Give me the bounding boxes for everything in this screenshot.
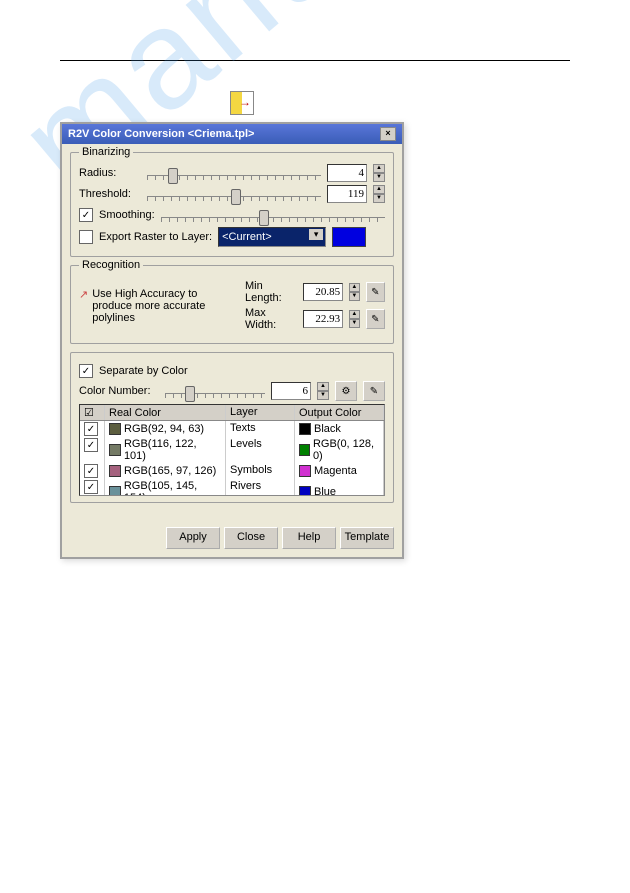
outcolor-text: RGB(0, 128, 0) [313, 438, 379, 462]
realcolor-swatch [109, 486, 121, 496]
radius-input[interactable] [327, 164, 367, 182]
maxwidth-pick-icon[interactable]: ✎ [366, 309, 385, 329]
arrow-icon: ↗ [79, 288, 88, 324]
outcolor-swatch [299, 486, 311, 496]
colornumber-input[interactable] [271, 382, 311, 400]
help-button[interactable]: Help [282, 527, 336, 549]
smoothing-checkbox[interactable]: ✓ [79, 208, 93, 222]
outcolor-swatch [299, 423, 311, 435]
outcolor-swatch [299, 444, 310, 456]
radius-spinner[interactable]: ▲▼ [373, 164, 385, 182]
row-checkbox[interactable]: ✓ [84, 438, 98, 452]
table-row[interactable]: ✓ RGB(116, 122, 101)Levels RGB(0, 128, 0) [80, 437, 384, 463]
colornumber-label: Color Number: [79, 385, 159, 397]
export-checkbox[interactable] [79, 230, 93, 244]
export-color-swatch[interactable] [332, 227, 366, 247]
export-label: Export Raster to Layer: [99, 231, 212, 243]
outcolor-text: Black [314, 423, 341, 435]
color-table: ☑ Real Color Layer Output Color ✓ RGB(92,… [79, 404, 385, 496]
minlength-input[interactable] [303, 283, 343, 301]
export-layer-select[interactable]: <Current> [218, 227, 326, 247]
row-checkbox[interactable]: ✓ [84, 464, 98, 478]
threshold-slider[interactable] [147, 185, 321, 203]
threshold-label: Threshold: [79, 188, 141, 200]
recognition-group-label: Recognition [79, 259, 143, 271]
dialog-titlebar[interactable]: R2V Color Conversion <Criema.tpl> × [62, 124, 402, 144]
apply-button[interactable]: Apply [166, 527, 220, 549]
separate-group: ✓ Separate by Color Color Number: ▲▼ ⚙ ✎… [70, 352, 394, 503]
colornumber-spinner[interactable]: ▲▼ [317, 382, 329, 400]
page-rule [60, 60, 570, 61]
r2v-tool-icon [230, 91, 254, 115]
maxwidth-input[interactable] [303, 310, 343, 328]
realcolor-text: RGB(92, 94, 63) [124, 423, 204, 435]
threshold-spinner[interactable]: ▲▼ [373, 185, 385, 203]
realcolor-text: RGB(165, 97, 126) [124, 465, 216, 477]
header-layer[interactable]: Layer [226, 405, 295, 420]
recognition-group: Recognition ↗ Use High Accuracy to produ… [70, 265, 394, 344]
realcolor-swatch [109, 444, 121, 456]
header-realcolor[interactable]: Real Color [105, 405, 226, 420]
outcolor-text: Magenta [314, 465, 357, 477]
table-row[interactable]: ✓ RGB(92, 94, 63) Texts Black [80, 421, 384, 437]
realcolor-text: RGB(116, 122, 101) [124, 438, 221, 462]
binarizing-group-label: Binarizing [79, 146, 133, 158]
high-accuracy-label: Use High Accuracy to produce more accura… [92, 288, 232, 324]
radius-slider[interactable] [147, 164, 321, 182]
radius-label: Radius: [79, 167, 141, 179]
eyedropper-icon[interactable]: ✎ [363, 381, 385, 401]
row-checkbox[interactable]: ✓ [84, 480, 98, 494]
row-checkbox[interactable]: ✓ [84, 422, 98, 436]
r2v-dialog: R2V Color Conversion <Criema.tpl> × Bina… [60, 122, 404, 559]
minlength-pick-icon[interactable]: ✎ [366, 282, 385, 302]
gear-icon[interactable]: ⚙ [335, 381, 357, 401]
template-button[interactable]: Template [340, 527, 394, 549]
colornumber-slider[interactable] [165, 382, 265, 400]
table-row[interactable]: ✓ RGB(105, 145, 154) Rivers Blue [80, 479, 384, 496]
layer-cell: Rivers [226, 479, 295, 496]
maxwidth-label: Max Width: [245, 307, 297, 331]
separate-label: Separate by Color [99, 365, 188, 377]
minlength-spinner[interactable]: ▲▼ [349, 283, 359, 301]
smoothing-label: Smoothing: [99, 209, 155, 221]
outcolor-swatch [299, 465, 311, 477]
header-check[interactable]: ☑ [80, 405, 105, 420]
realcolor-text: RGB(105, 145, 154) [124, 480, 221, 496]
table-header: ☑ Real Color Layer Output Color [80, 405, 384, 421]
close-icon[interactable]: × [380, 127, 396, 141]
table-row[interactable]: ✓ RGB(165, 97, 126) Symbols Magenta [80, 463, 384, 479]
dialog-title: R2V Color Conversion <Criema.tpl> [68, 128, 254, 140]
realcolor-swatch [109, 465, 121, 477]
realcolor-swatch [109, 423, 121, 435]
header-outputcolor[interactable]: Output Color [295, 405, 384, 420]
threshold-input[interactable] [327, 185, 367, 203]
outcolor-text: Blue [314, 486, 336, 496]
layer-cell: Texts [226, 421, 295, 437]
minlength-label: Min Length: [245, 280, 297, 304]
maxwidth-spinner[interactable]: ▲▼ [349, 310, 359, 328]
binarizing-group: Binarizing Radius: ▲▼ Threshold: ▲▼ ✓ Sm… [70, 152, 394, 257]
layer-cell: Levels [226, 437, 295, 463]
smoothing-slider[interactable] [161, 206, 385, 224]
layer-cell: Symbols [226, 463, 295, 479]
separate-checkbox[interactable]: ✓ [79, 364, 93, 378]
close-button[interactable]: Close [224, 527, 278, 549]
